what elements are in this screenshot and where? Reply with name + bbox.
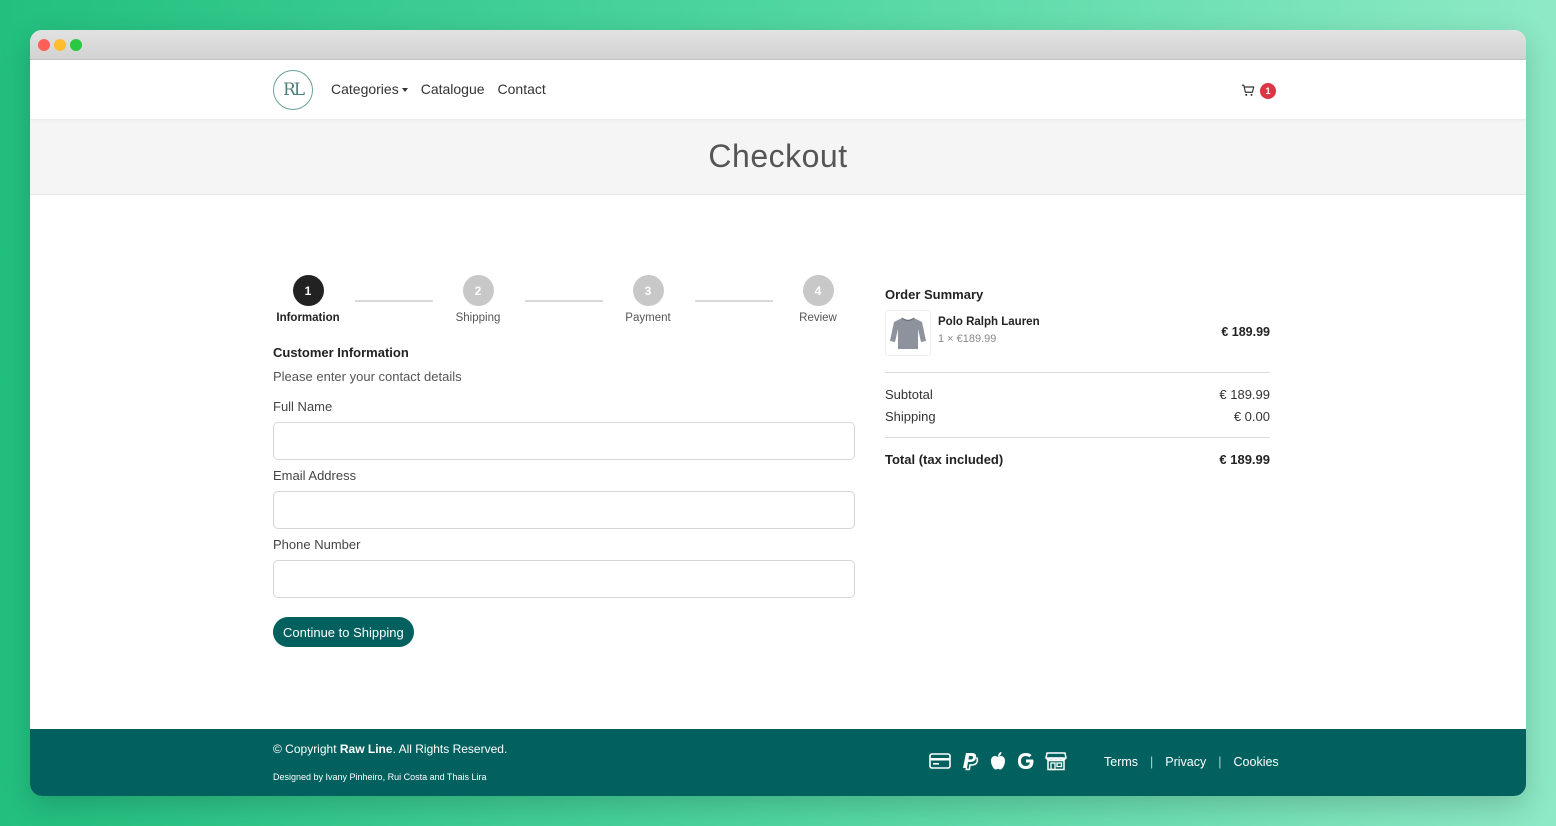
step-number: 4 [802,275,834,306]
cookies-link[interactable]: Cookies [1234,755,1279,769]
page-title: Checkout [708,138,848,174]
designed-by-text: Designed by Ivany Pinheiro, Rui Costa an… [273,772,487,782]
email-label: Email Address [273,468,357,483]
step-number: 2 [462,275,494,306]
order-summary-title: Order Summary [885,287,984,302]
subtotal-label: Subtotal [885,387,933,402]
subtotal-row: Subtotal € 189.99 [885,387,1270,402]
store-icon [1045,752,1067,771]
step-label: Review [799,312,837,324]
copyright-suffix: . All Rights Reserved. [392,742,508,756]
step-connector [525,300,603,302]
brand-logo[interactable]: RL [273,70,313,110]
cart-count-badge: 1 [1260,83,1276,99]
phone-label: Phone Number [273,537,361,552]
step-number: 1 [292,275,324,306]
email-input[interactable] [273,491,855,529]
link-separator: | [1150,755,1154,769]
terms-link[interactable]: Terms [1104,755,1138,769]
nav-categories-label: Categories [331,81,399,97]
product-thumbnail [885,310,931,356]
footer: © Copyright Raw Line. All Rights Reserve… [30,729,1526,796]
phone-input[interactable] [273,560,855,598]
checkout-stepper: 1 Information 2 Shipping 3 Payment 4 Rev… [273,275,843,325]
footer-links: Terms | Privacy | Cookies [1104,755,1279,769]
step-review[interactable]: 4 Review [783,275,853,324]
shipping-label: Shipping [885,409,936,424]
summary-divider [885,372,1270,373]
step-connector [355,300,433,302]
step-connector [695,300,773,302]
credit-card-icon [929,753,951,769]
sweater-image [890,317,926,349]
minimize-window-button[interactable] [54,39,66,51]
full-name-input[interactable] [273,422,855,460]
privacy-link[interactable]: Privacy [1165,755,1206,769]
payment-methods [929,751,1067,771]
step-number: 3 [632,275,664,306]
nav-links: Categories Catalogue Contact [331,81,546,97]
product-name: Polo Ralph Lauren [938,316,1040,328]
shipping-row: Shipping € 0.00 [885,409,1270,424]
total-row: Total (tax included) € 189.99 [885,452,1270,467]
copyright-brand: Raw Line [339,742,393,756]
product-line-total: € 189.99 [1221,325,1270,339]
apple-icon [991,752,1005,770]
step-label: Shipping [455,312,501,324]
total-value: € 189.99 [1219,452,1270,467]
navbar: RL Categories Catalogue Contact 1 [30,60,1526,119]
copyright-prefix: © Copyright [273,742,340,756]
step-shipping[interactable]: 2 Shipping [443,275,513,324]
product-qty-price: 1 × €189.99 [938,333,997,345]
continue-to-shipping-button[interactable]: Continue to Shipping [273,617,414,647]
google-icon [1018,753,1034,769]
nav-contact-link[interactable]: Contact [498,81,546,97]
cart-button[interactable]: 1 [1241,82,1281,102]
caret-down-icon [401,88,408,93]
close-window-button[interactable] [38,39,50,51]
copyright-text: © Copyright Raw Line. All Rights Reserve… [273,742,507,756]
link-separator: | [1218,755,1222,769]
step-information[interactable]: 1 Information [273,275,343,324]
customer-information-form: Customer Information Please enter your c… [273,345,855,647]
paypal-icon [963,753,979,771]
nav-catalogue-link[interactable]: Catalogue [421,81,485,97]
window-titlebar [30,30,1526,60]
summary-divider [885,437,1270,438]
form-subtitle: Please enter your contact details [273,369,462,384]
step-payment[interactable]: 3 Payment [613,275,683,324]
step-label: Payment [625,312,671,324]
subtotal-value: € 189.99 [1219,387,1270,402]
nav-categories-dropdown[interactable]: Categories [331,81,408,97]
step-label: Information [276,312,340,324]
maximize-window-button[interactable] [70,39,82,51]
cart-icon [1241,84,1255,96]
shipping-value: € 0.00 [1233,409,1270,424]
full-name-label: Full Name [273,399,333,414]
order-item: Polo Ralph Lauren 1 × €189.99 € 189.99 [885,310,1270,358]
form-title: Customer Information [273,345,409,360]
order-summary: Order Summary Polo Ralph Lauren 1 × €189… [885,287,1270,467]
total-label: Total (tax included) [885,452,1004,467]
browser-window: RL Categories Catalogue Contact 1 Checko… [30,30,1526,796]
page-header: Checkout [30,119,1526,195]
checkout-main: 1 Information 2 Shipping 3 Payment 4 Rev… [30,195,1526,729]
